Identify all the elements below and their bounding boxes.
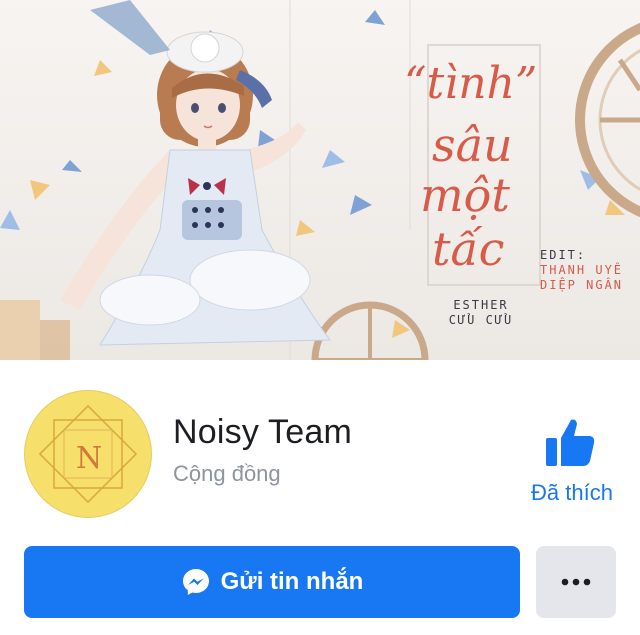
page-name: Noisy Team: [173, 413, 352, 451]
page-category: Cộng đồng: [173, 461, 281, 486]
cover-editor-1: THANH UYÊ: [540, 263, 624, 277]
cover-author-line-2: CỬU CỬU: [448, 313, 514, 327]
cover-photo[interactable]: “tình” sâu một tấc ESTHER CỬU CỬU EDIT: …: [0, 0, 640, 360]
more-options-button[interactable]: [536, 546, 616, 618]
cover-editors: EDIT: THANH UYÊ DIỆP NGÂN: [540, 248, 623, 293]
cover-title-line-1: “tình”: [404, 58, 538, 109]
avatar-logo: N: [38, 404, 138, 504]
cover-edit-label: EDIT:: [540, 248, 587, 262]
liked-button[interactable]: Đã thích: [514, 410, 630, 510]
cover-title-line-4: tấc: [432, 222, 505, 276]
liked-label: Đã thích: [531, 480, 613, 505]
avatar[interactable]: N: [24, 390, 152, 518]
more-dots-icon: [561, 578, 591, 586]
cover-author-line-1: ESTHER: [453, 298, 509, 312]
thumbs-up-icon: [546, 419, 595, 466]
cover-title-line-2: sâu: [432, 118, 513, 172]
send-message-label: Gửi tin nhắn: [220, 568, 364, 595]
cover-title-line-3: một: [420, 168, 510, 222]
messenger-icon: [182, 569, 209, 595]
cover-author: ESTHER CỬU CỬU: [438, 298, 524, 328]
avatar-letters: N: [76, 441, 102, 476]
cover-editor-2: DIỆP NGÂN: [540, 278, 624, 292]
cover-illustration: [0, 0, 640, 360]
send-message-button[interactable]: Gửi tin nhắn: [24, 546, 520, 618]
